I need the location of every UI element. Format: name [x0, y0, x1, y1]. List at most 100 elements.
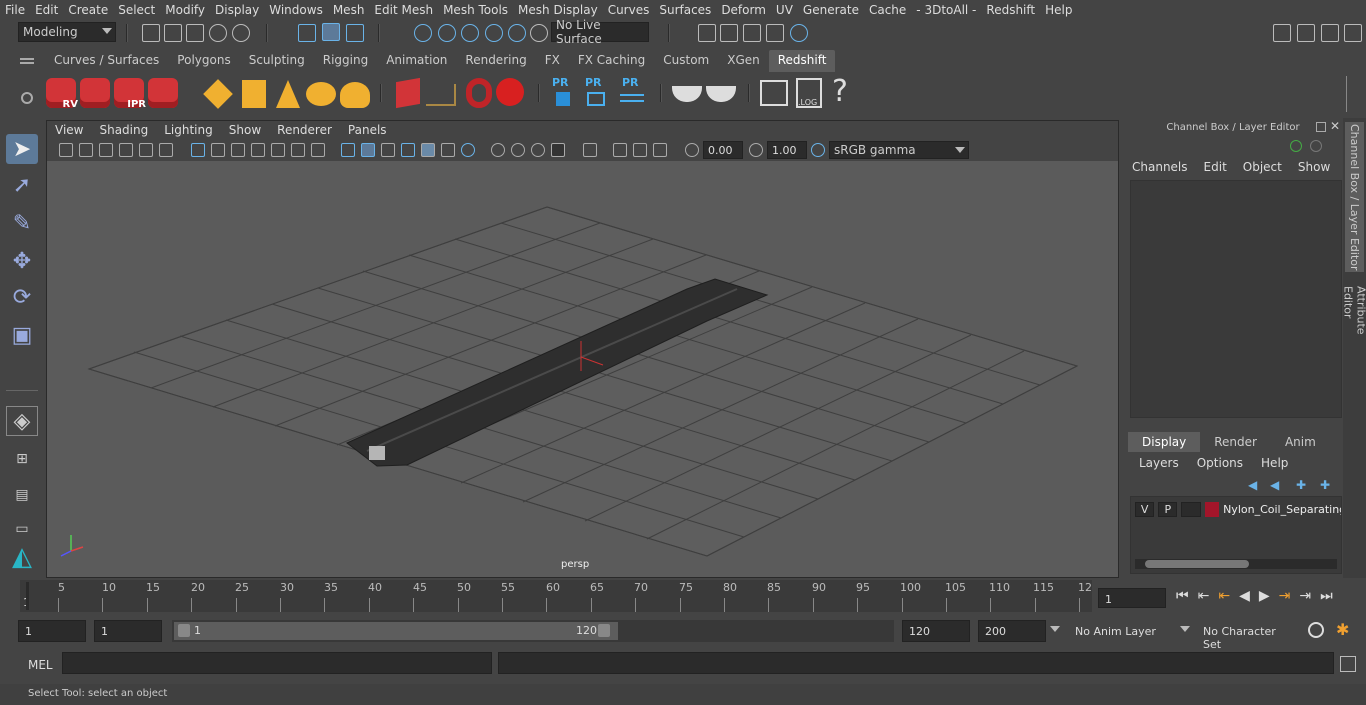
- viewport-menu-shading[interactable]: Shading: [91, 121, 156, 139]
- move-layer-up-icon[interactable]: ◀: [1248, 478, 1257, 492]
- render-frame-icon[interactable]: [720, 24, 738, 42]
- anim-layer-select[interactable]: No Anim Layer: [1068, 620, 1172, 642]
- tab-rigging[interactable]: Rigging: [314, 50, 377, 72]
- tab-display[interactable]: Display: [1128, 432, 1201, 452]
- log-icon[interactable]: .LOG: [796, 78, 822, 108]
- tab-render[interactable]: Render: [1200, 432, 1271, 452]
- snap-vertex-icon[interactable]: [530, 24, 548, 42]
- redshift-sun-sky-icon[interactable]: [340, 82, 370, 108]
- wireframe-on-shaded-icon[interactable]: [381, 143, 395, 157]
- screen-space-ao-icon[interactable]: [461, 143, 475, 157]
- viewport-panel[interactable]: View Shading Lighting Show Renderer Pane…: [46, 120, 1119, 578]
- auto-key-icon[interactable]: [1308, 622, 1324, 638]
- range-slider-track[interactable]: 1 120: [172, 620, 894, 642]
- xray-joints-icon[interactable]: [613, 143, 627, 157]
- redshift-light-icon[interactable]: [203, 79, 233, 109]
- tab-custom[interactable]: Custom: [654, 50, 718, 72]
- camera-select-icon[interactable]: [59, 143, 73, 157]
- snap-grid-icon[interactable]: [414, 24, 432, 42]
- animation-start-field[interactable]: 1: [18, 620, 86, 642]
- camera-attributes-icon[interactable]: [79, 143, 93, 157]
- select-by-object-icon[interactable]: [322, 23, 340, 41]
- menu-edit-mesh[interactable]: Edit Mesh: [369, 3, 438, 17]
- layer-scrollbar-thumb[interactable]: [1145, 560, 1249, 568]
- menu-mesh-display[interactable]: Mesh Display: [513, 3, 603, 17]
- select-by-hierarchy-icon[interactable]: [298, 24, 316, 42]
- select-by-component-icon[interactable]: [346, 24, 364, 42]
- script-editor-icon[interactable]: [760, 80, 788, 106]
- bake-icon[interactable]: [672, 86, 702, 102]
- safe-title-icon[interactable]: [311, 143, 325, 157]
- redshift-spot-light-icon[interactable]: [276, 80, 300, 108]
- lasso-tool-icon[interactable]: ➚: [6, 170, 38, 200]
- redshift-render-settings-icon[interactable]: [148, 78, 178, 108]
- new-layer-icon[interactable]: ✚: [1296, 478, 1306, 492]
- menu-generate[interactable]: Generate: [798, 3, 864, 17]
- menu-deform[interactable]: Deform: [716, 3, 771, 17]
- menu-curves[interactable]: Curves: [603, 3, 655, 17]
- scale-tool-icon[interactable]: ▣: [6, 320, 38, 350]
- channel-box-toggle-icon[interactable]: [1290, 140, 1302, 152]
- redshift-render-view-icon[interactable]: RV: [46, 78, 78, 110]
- help-icon[interactable]: ?: [832, 74, 848, 109]
- menu-mesh-tools[interactable]: Mesh Tools: [438, 3, 513, 17]
- wireframe-icon[interactable]: [341, 143, 355, 157]
- anti-aliasing-icon[interactable]: [511, 143, 525, 157]
- grease-pencil-icon[interactable]: [159, 143, 173, 157]
- tab-anim[interactable]: Anim: [1271, 432, 1330, 452]
- menu-create[interactable]: Create: [63, 3, 113, 17]
- tab-sculpting[interactable]: Sculpting: [240, 50, 314, 72]
- viewport-menu-lighting[interactable]: Lighting: [156, 121, 221, 139]
- menu-surfaces[interactable]: Surfaces: [654, 3, 716, 17]
- gear-icon[interactable]: [21, 92, 33, 104]
- textured-icon[interactable]: [401, 143, 415, 157]
- channel-box-menu-channels[interactable]: Channels: [1124, 160, 1196, 174]
- layer-visibility-toggle[interactable]: V: [1135, 501, 1155, 517]
- smooth-shade-icon[interactable]: [361, 143, 375, 157]
- layer-color-swatch[interactable]: [1204, 501, 1220, 517]
- viewport-menu-panels[interactable]: Panels: [340, 121, 395, 139]
- depth-of-field-icon[interactable]: [531, 143, 545, 157]
- menu-windows[interactable]: Windows: [264, 3, 328, 17]
- menu-redshift[interactable]: Redshift: [981, 3, 1040, 17]
- render-view-icon[interactable]: [698, 24, 716, 42]
- playback-end-field[interactable]: 120: [902, 620, 970, 642]
- new-scene-icon[interactable]: [142, 24, 160, 42]
- exposure-field[interactable]: 0.00: [703, 141, 743, 159]
- go-to-end-icon[interactable]: ⏭: [1320, 588, 1342, 604]
- command-language-label[interactable]: MEL: [28, 658, 53, 672]
- render-settings-icon[interactable]: [766, 24, 784, 42]
- toggle-tool-settings-icon[interactable]: [1321, 24, 1339, 42]
- move-layer-down-icon[interactable]: ◀: [1270, 478, 1279, 492]
- live-surface-field[interactable]: No Live Surface: [551, 18, 649, 46]
- menu-uv[interactable]: UV: [771, 3, 798, 17]
- select-tool-icon[interactable]: ➤: [6, 134, 38, 164]
- pr-cube-icon[interactable]: PR: [552, 76, 569, 89]
- float-panel-icon[interactable]: [1316, 122, 1326, 132]
- perspective-scene[interactable]: [47, 161, 1119, 578]
- outliner-layout-icon[interactable]: ▤: [6, 480, 38, 510]
- menu-select[interactable]: Select: [113, 3, 160, 17]
- workspace-icon[interactable]: [1273, 24, 1291, 42]
- snap-surface-icon[interactable]: [508, 24, 526, 42]
- redshift-render-sequence-icon[interactable]: [80, 78, 110, 108]
- viewport-menu-show[interactable]: Show: [221, 121, 269, 139]
- playback-start-field[interactable]: 1: [94, 620, 162, 642]
- gate-mask-icon[interactable]: [251, 143, 265, 157]
- color-space-select[interactable]: sRGB gamma: [829, 141, 969, 159]
- tab-redshift[interactable]: Redshift: [768, 50, 836, 72]
- menu-edit[interactable]: Edit: [30, 3, 63, 17]
- four-view-layout-icon[interactable]: ⊞: [6, 444, 38, 474]
- chevron-down-icon[interactable]: [1180, 626, 1190, 632]
- tab-polygons[interactable]: Polygons: [168, 50, 239, 72]
- close-icon[interactable]: ✕: [1330, 119, 1340, 133]
- current-frame-field[interactable]: 1: [1098, 588, 1166, 608]
- step-back-frame-icon[interactable]: ⇤: [1218, 588, 1239, 604]
- xray-active-components-icon[interactable]: [633, 143, 647, 157]
- backface-culling-icon[interactable]: [653, 143, 667, 157]
- pr-swap-icon[interactable]: PR: [622, 76, 639, 89]
- layer-menu-help[interactable]: Help: [1252, 456, 1297, 470]
- script-editor-icon[interactable]: [1340, 656, 1356, 672]
- range-handle-start[interactable]: [178, 624, 190, 637]
- undo-icon[interactable]: [209, 24, 227, 42]
